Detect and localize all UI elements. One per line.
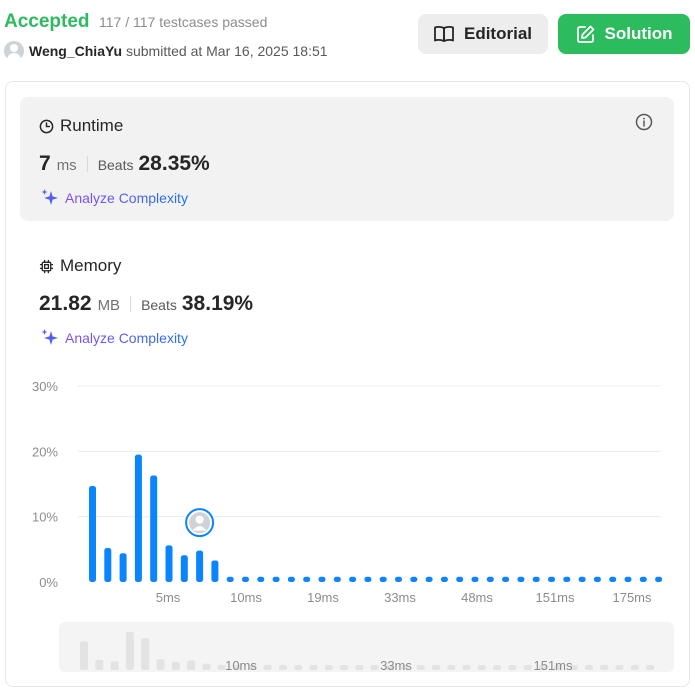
- clock-icon: [39, 119, 54, 133]
- sparkle-icon: [41, 329, 58, 345]
- divider: [86, 156, 88, 172]
- submission-header: Accepted 117 / 117 testcases passed Weng…: [0, 0, 695, 70]
- memory-title: Memory: [39, 256, 121, 276]
- runtime-beats-label: Beats: [97, 157, 134, 173]
- submission-info: Weng_ChiaYu submitted at Mar 16, 2025 18…: [29, 43, 328, 59]
- memory-beats-percent: 38.19%: [181, 292, 254, 315]
- solution-button[interactable]: Solution: [558, 14, 690, 54]
- editorial-button[interactable]: Editorial: [418, 14, 548, 54]
- divider: [130, 296, 132, 312]
- submitted-at: submitted at Mar 16, 2025 18:51: [125, 43, 328, 59]
- sparkle-icon: [41, 189, 58, 205]
- memory-metric: 21.82 MB Beats 38.19%: [39, 292, 253, 316]
- memory-value: 21.82: [39, 292, 92, 315]
- runtime-title-text: Runtime: [60, 116, 124, 135]
- runtime-title: Runtime: [39, 116, 123, 136]
- memory-analyze-link[interactable]: Analyze Complexity: [40, 328, 188, 348]
- username-link[interactable]: Weng_ChiaYu: [29, 43, 122, 59]
- memory-analyze-label: Analyze Complexity: [65, 330, 188, 346]
- user-avatar-marker[interactable]: [185, 508, 215, 538]
- edit-icon: [576, 25, 594, 43]
- memory-title-text: Memory: [60, 256, 122, 275]
- testcases-summary: 117 / 117 testcases passed: [99, 14, 268, 30]
- runtime-analyze-link[interactable]: Analyze Complexity: [40, 188, 188, 208]
- memory-unit: MB: [97, 297, 121, 314]
- avatar[interactable]: [4, 41, 24, 61]
- book-icon: [434, 25, 454, 42]
- runtime-beats-percent: 28.35%: [138, 152, 210, 175]
- chip-icon: [39, 259, 54, 273]
- status-label: Accepted: [4, 11, 90, 32]
- runtime-analyze-label: Analyze Complexity: [65, 190, 188, 206]
- runtime-metric: 7 ms Beats 28.35%: [39, 152, 210, 176]
- solution-label: Solution: [604, 24, 673, 43]
- info-icon[interactable]: [635, 113, 653, 131]
- editorial-label: Editorial: [463, 24, 532, 43]
- runtime-unit: ms: [56, 157, 77, 174]
- runtime-value: 7: [39, 152, 51, 175]
- memory-beats-label: Beats: [141, 297, 177, 313]
